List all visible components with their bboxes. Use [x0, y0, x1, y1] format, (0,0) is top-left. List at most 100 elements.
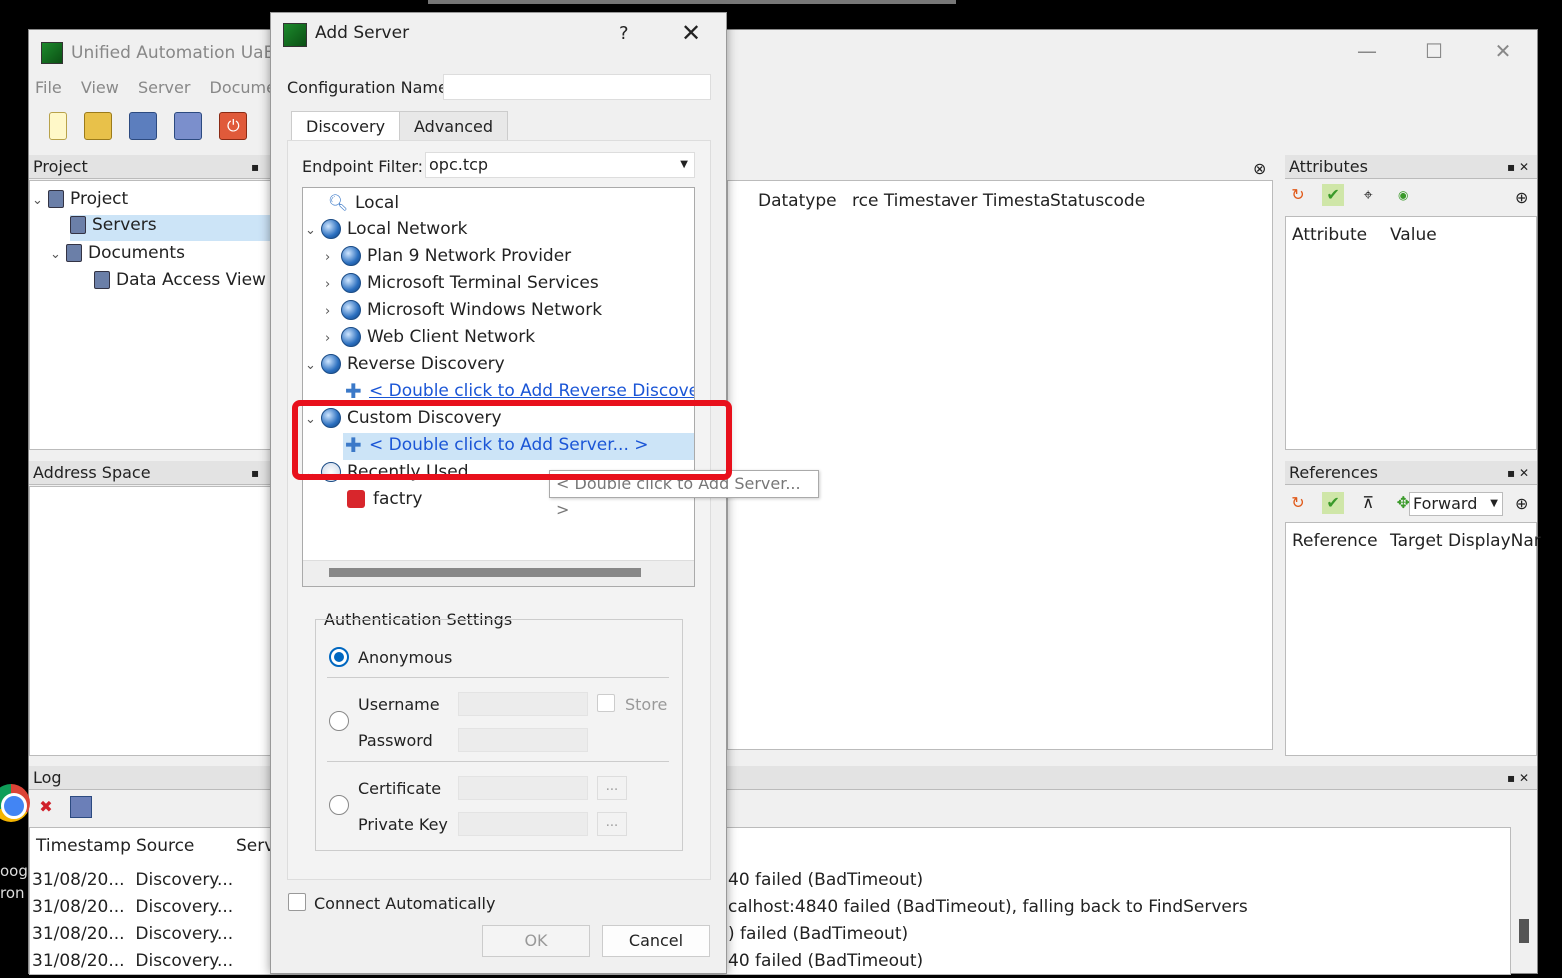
config-name-field[interactable]	[443, 74, 711, 100]
log-row[interactable]: 31/08/20... Discovery...	[32, 870, 233, 890]
collapse-chevron-icon[interactable]: ›	[325, 277, 341, 292]
log-row[interactable]: 31/08/20... Discovery...	[32, 924, 233, 944]
hierarchy-icon[interactable]: ⊼	[1357, 492, 1379, 514]
minimize-button[interactable]: —	[1347, 36, 1387, 66]
tree-item-documents[interactable]: ⌄ Documents	[50, 243, 185, 263]
close-window-button[interactable]: ✕	[1483, 36, 1523, 66]
save-as-icon[interactable]	[174, 112, 203, 140]
browse-key-button[interactable]: ...	[597, 812, 627, 836]
checkmark-icon[interactable]: ✔	[1322, 492, 1345, 514]
close-tab-icon[interactable]: ⊗	[1253, 157, 1266, 181]
column-header[interactable]: Attribute	[1292, 225, 1367, 245]
dropdown-arrow-icon: ▼	[680, 159, 688, 170]
tree-item-web-client[interactable]: › Web Client Network	[325, 327, 535, 347]
anonymous-radio[interactable]	[329, 647, 349, 667]
close-dialog-button[interactable]: ✕	[681, 19, 701, 47]
documents-icon	[66, 244, 82, 262]
project-tree: ⌄ Project Servers ⌄ Documents Data Access …	[29, 180, 271, 450]
tree-item-ms-windows[interactable]: › Microsoft Windows Network	[325, 300, 602, 320]
connect-automatically-label: Connect Automatically	[314, 894, 496, 913]
server-lock-icon	[347, 490, 365, 508]
private-key-field[interactable]	[458, 812, 588, 836]
chrome-icon[interactable]	[0, 784, 30, 822]
browse-certificate-button[interactable]: ...	[597, 776, 627, 800]
toolbar: ⏻	[49, 112, 259, 148]
column-header[interactable]: Reference	[1292, 531, 1378, 551]
cursor-icon[interactable]: ⌖	[1357, 184, 1379, 206]
cancel-button[interactable]: Cancel	[602, 925, 710, 957]
refresh-icon[interactable]: ↻	[1287, 492, 1309, 514]
globe-icon	[321, 219, 341, 239]
address-space-tree[interactable]	[29, 486, 271, 756]
save-icon[interactable]	[129, 112, 158, 140]
column-header[interactable]: Datatype	[758, 191, 837, 211]
tree-item-reverse-discovery[interactable]: ⌄ Reverse Discovery	[305, 354, 505, 374]
tree-item-servers[interactable]: Servers	[70, 215, 270, 241]
expand-chevron-icon[interactable]: ⌄	[305, 358, 321, 373]
collapse-chevron-icon[interactable]: ›	[325, 331, 341, 346]
add-reverse-discovery-link[interactable]: ✚ < Double click to Add Reverse Discovery	[345, 381, 694, 401]
tab-discovery[interactable]: Discovery	[291, 111, 401, 141]
store-checkbox[interactable]	[597, 694, 615, 712]
password-field[interactable]	[458, 728, 588, 752]
pane-float-icon[interactable]: ▪ ✕	[1507, 461, 1529, 485]
log-row[interactable]: 31/08/20... Discovery...	[32, 951, 233, 971]
save-log-icon[interactable]	[70, 796, 93, 818]
column-header[interactable]: Serv	[236, 836, 274, 856]
power-icon[interactable]: ⏻	[219, 112, 248, 140]
refresh-icon[interactable]: ↻	[1287, 184, 1309, 206]
clear-log-icon[interactable]: ✖	[35, 796, 57, 818]
column-header[interactable]: Timestamp	[36, 836, 131, 856]
username-radio[interactable]	[329, 711, 349, 731]
new-file-icon[interactable]	[49, 112, 67, 140]
menu-view[interactable]: View	[81, 78, 119, 97]
endpoint-filter-select[interactable]: opc.tcp ▼	[425, 152, 695, 178]
data-view-table: Datatype rce Timesta ver Timesta Statusc…	[727, 180, 1273, 750]
pane-float-icon[interactable]: ▪ ✕	[1507, 155, 1529, 179]
column-header[interactable]: Target DisplayNar	[1390, 531, 1541, 551]
dot-icon[interactable]: ◉	[1392, 184, 1414, 206]
tab-advanced[interactable]: Advanced	[399, 111, 509, 141]
connect-automatically-checkbox[interactable]	[288, 893, 306, 911]
menu-file[interactable]: File	[35, 78, 62, 97]
collapse-chevron-icon[interactable]: ›	[325, 250, 341, 265]
log-toolbar: ✖	[35, 796, 100, 818]
ok-button[interactable]: OK	[482, 925, 590, 957]
maximize-button[interactable]: ☐	[1414, 36, 1454, 66]
pane-float-icon[interactable]: ▪	[251, 155, 259, 179]
menu-server[interactable]: Server	[138, 78, 190, 97]
column-header[interactable]: rce Timesta	[852, 191, 951, 211]
tree-item-plan9[interactable]: › Plan 9 Network Provider	[325, 246, 571, 266]
app-icon	[41, 42, 63, 64]
certificate-field[interactable]	[458, 776, 588, 800]
tree-item-factry[interactable]: factry	[347, 489, 422, 509]
tree-item-data-access-view[interactable]: Data Access View	[94, 270, 266, 290]
column-header[interactable]: Source	[136, 836, 194, 856]
add-icon[interactable]: ⊕	[1515, 188, 1528, 207]
pane-float-icon[interactable]: ▪ ✕	[1507, 766, 1529, 790]
open-folder-icon[interactable]	[84, 112, 113, 140]
tree-item-local[interactable]: 🔍︎ Local	[327, 192, 399, 214]
tree-item-local-network[interactable]: ⌄ Local Network	[305, 219, 467, 239]
collapse-chevron-icon[interactable]: ›	[325, 304, 341, 319]
username-field[interactable]	[458, 692, 588, 716]
scrollbar-thumb[interactable]	[329, 568, 641, 577]
references-toolbar: ↻ ✔ ⊼ ✥	[1287, 492, 1422, 514]
log-scrollbar-thumb[interactable]	[1519, 919, 1529, 943]
attributes-table: Attribute Value	[1285, 216, 1537, 450]
attributes-toolbar: ↻ ✔ ⌖ ◉	[1287, 184, 1422, 206]
column-header[interactable]: Value	[1390, 225, 1437, 245]
tree-item-project[interactable]: ⌄ Project	[32, 189, 128, 209]
project-pane-header: Project ▪	[29, 155, 271, 179]
column-header[interactable]: ver Timesta	[950, 191, 1050, 211]
certificate-radio[interactable]	[329, 795, 349, 815]
expand-chevron-icon[interactable]: ⌄	[305, 223, 321, 238]
help-button[interactable]: ?	[619, 23, 629, 44]
tree-item-ms-terminal[interactable]: › Microsoft Terminal Services	[325, 273, 599, 293]
log-row[interactable]: 31/08/20... Discovery...	[32, 897, 233, 917]
column-header[interactable]: Statuscode	[1050, 191, 1145, 211]
pane-float-icon[interactable]: ▪	[251, 461, 259, 485]
direction-select[interactable]: Forward ▼	[1409, 492, 1503, 516]
checkmark-icon[interactable]: ✔	[1322, 184, 1345, 206]
add-icon[interactable]: ⊕	[1515, 494, 1528, 513]
